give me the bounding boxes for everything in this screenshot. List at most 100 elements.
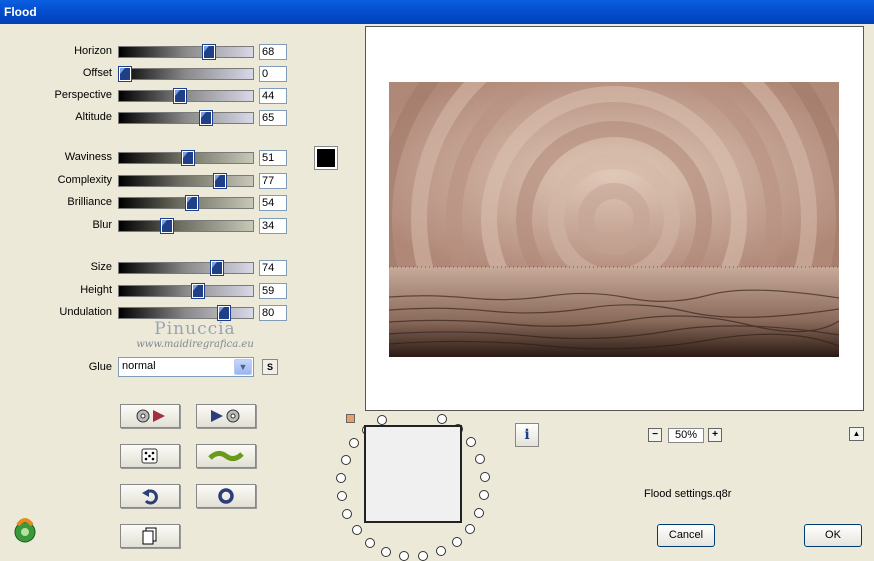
- wave-button[interactable]: [196, 444, 256, 468]
- orbit-dot[interactable]: [436, 546, 446, 556]
- slider-thumb[interactable]: [186, 196, 198, 210]
- save-preset-button[interactable]: [196, 404, 256, 428]
- orbit-dot[interactable]: [480, 472, 490, 482]
- slider-value-input[interactable]: 51: [259, 150, 287, 166]
- slider-thumb[interactable]: [119, 67, 131, 81]
- orbit-dot[interactable]: [474, 508, 484, 518]
- glue-select[interactable]: normal ▼: [118, 357, 254, 377]
- slider-row-size: Size 74: [0, 260, 290, 276]
- slider-thumb[interactable]: [211, 261, 223, 275]
- load-preset-button[interactable]: [120, 404, 180, 428]
- undo-button[interactable]: [120, 484, 180, 508]
- orbit-dot[interactable]: [349, 438, 359, 448]
- slider-thumb[interactable]: [182, 151, 194, 165]
- orbit-dot[interactable]: [452, 537, 462, 547]
- chevron-down-icon[interactable]: ▼: [234, 359, 252, 375]
- copy-button[interactable]: [120, 524, 180, 548]
- slider-value-input[interactable]: 44: [259, 88, 287, 104]
- slider-track[interactable]: [118, 45, 254, 59]
- slider-value-input[interactable]: 0: [259, 66, 287, 82]
- slider-row-height: Height 59: [0, 282, 290, 299]
- randomize-button[interactable]: [120, 444, 180, 468]
- watermark-name: Pinuccia: [154, 319, 236, 339]
- slider-label: Height: [80, 283, 112, 296]
- slider-label: Complexity: [57, 173, 112, 186]
- slider-label: Brilliance: [67, 196, 112, 208]
- app-logo-icon: [14, 518, 36, 543]
- slider-label: Blur: [92, 218, 112, 231]
- slider-track[interactable]: [118, 173, 254, 188]
- slider-track[interactable]: [118, 218, 254, 233]
- navigator-thumbnail[interactable]: [364, 425, 462, 523]
- title-bar: Flood: [0, 0, 874, 24]
- slider-track[interactable]: [118, 89, 254, 103]
- orbit-dot[interactable]: [341, 455, 351, 465]
- slider-thumb[interactable]: [200, 111, 212, 125]
- slider-row-blur: Blur 34: [0, 217, 290, 234]
- slider-value-input[interactable]: 59: [259, 282, 287, 299]
- slider-track[interactable]: [118, 67, 254, 81]
- slider-value-input[interactable]: 65: [259, 110, 287, 126]
- orbit-dot[interactable]: [352, 525, 362, 535]
- slider-label: Offset: [82, 67, 112, 79]
- document-icon: [142, 527, 157, 545]
- slider-thumb[interactable]: [203, 45, 215, 59]
- slider-label: Perspective: [54, 89, 112, 101]
- orbit-dot[interactable]: [337, 491, 347, 501]
- reset-button[interactable]: [196, 484, 256, 508]
- orbit-dot[interactable]: [475, 454, 485, 464]
- slider-label: Altitude: [75, 111, 112, 123]
- slider-value-input[interactable]: 74: [259, 260, 287, 276]
- slider-label: Size: [90, 261, 112, 273]
- ring-icon: [218, 488, 234, 504]
- cancel-button[interactable]: Cancel: [657, 524, 715, 547]
- orbit-dot[interactable]: [381, 547, 391, 557]
- slider-thumb[interactable]: [174, 89, 186, 103]
- slider-row-offset: Offset 0: [0, 66, 290, 82]
- slider-track[interactable]: [118, 283, 254, 298]
- slider-track[interactable]: [118, 111, 254, 125]
- dialog-body: Horizon 68 Offset 0 Perspective 44 Altitude 65 W…: [0, 24, 874, 561]
- ok-button[interactable]: OK: [804, 524, 862, 547]
- orbit-dot[interactable]: [377, 415, 387, 425]
- zoom-out-button[interactable]: −: [648, 428, 662, 442]
- slider-row-altitude: Altitude 65: [0, 110, 290, 126]
- info-button[interactable]: i: [515, 423, 539, 447]
- slider-track[interactable]: [118, 261, 254, 275]
- slider-thumb[interactable]: [161, 218, 173, 233]
- slider-label: Horizon: [74, 45, 112, 57]
- orbit-marker[interactable]: [346, 414, 355, 423]
- slider-value-input[interactable]: 34: [259, 217, 287, 234]
- expand-up-button[interactable]: ▲: [849, 427, 864, 441]
- slider-row-waviness: Waviness 51: [0, 150, 290, 166]
- orbit-dot[interactable]: [479, 490, 489, 500]
- slider-thumb[interactable]: [218, 306, 230, 320]
- slider-track[interactable]: [118, 151, 254, 165]
- orbit-dot[interactable]: [466, 437, 476, 447]
- window-title: Flood: [4, 5, 37, 19]
- orbit-dot[interactable]: [365, 538, 375, 548]
- color-swatch[interactable]: [315, 147, 337, 169]
- orbit-dot[interactable]: [342, 509, 352, 519]
- zoom-level: 50%: [668, 428, 704, 443]
- orbit-dot[interactable]: [465, 524, 475, 534]
- orbit-dot[interactable]: [336, 473, 346, 483]
- preview-panel[interactable]: [365, 26, 864, 411]
- glue-s-button[interactable]: S: [262, 359, 278, 375]
- slider-value-input[interactable]: 80: [259, 305, 287, 321]
- preview-image: [389, 82, 839, 357]
- watermark-site: www.maidiregrafica.eu: [136, 339, 254, 350]
- slider-value-input[interactable]: 54: [259, 195, 287, 211]
- orbit-dot[interactable]: [437, 414, 447, 424]
- slider-track[interactable]: [118, 306, 254, 320]
- slider-value-input[interactable]: 77: [259, 172, 287, 189]
- glue-select-value: normal: [122, 360, 156, 372]
- slider-label: Waviness: [64, 151, 112, 163]
- slider-thumb[interactable]: [192, 283, 204, 298]
- watermark: Pinuccia www.maidiregrafica.eu: [130, 319, 260, 350]
- slider-value-input[interactable]: 68: [259, 44, 287, 60]
- zoom-in-button[interactable]: +: [708, 428, 722, 442]
- slider-thumb[interactable]: [214, 173, 226, 188]
- wave-icon: [208, 450, 244, 462]
- slider-track[interactable]: [118, 196, 254, 210]
